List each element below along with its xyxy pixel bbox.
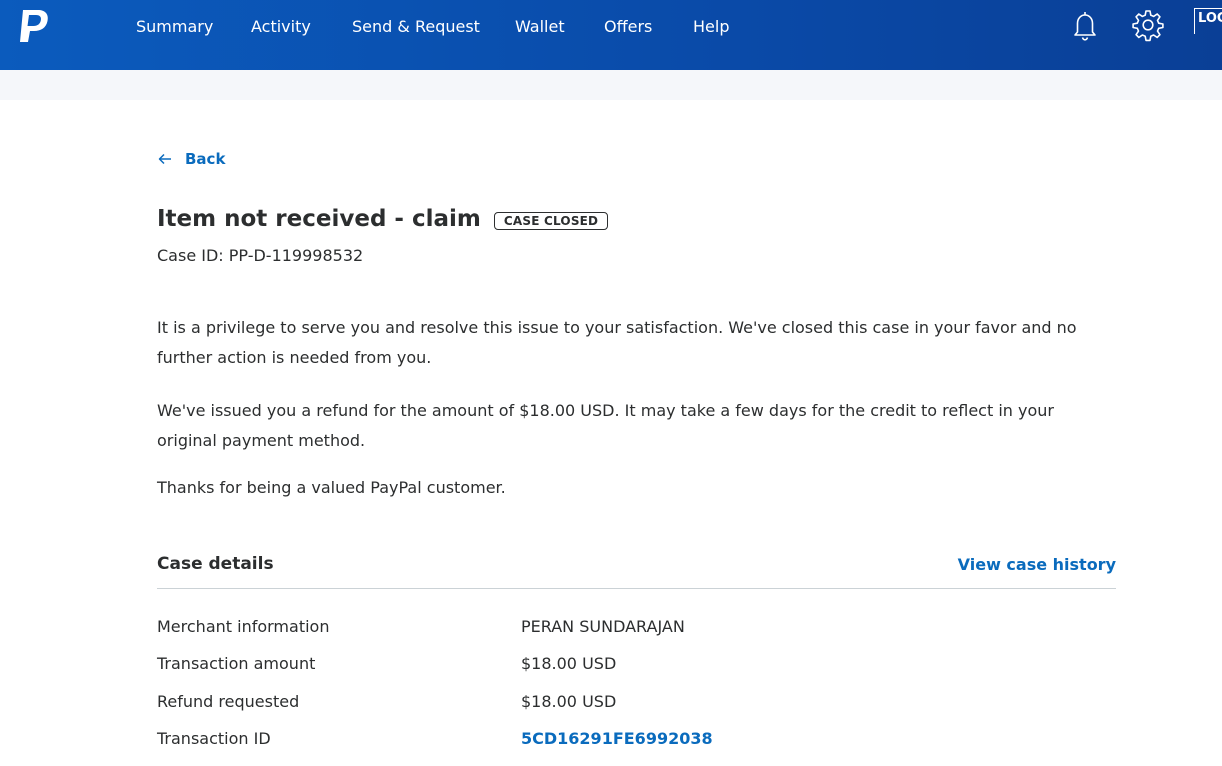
nav-send-request[interactable]: Send & Request [352,16,480,38]
status-badge: CASE CLOSED [493,212,609,230]
detail-row-transaction-id: Transaction ID 5CD16291FE6992038 [157,729,1116,755]
page-title: Item not received - claim [157,206,481,232]
nav-summary[interactable]: Summary [136,16,213,38]
detail-label: Refund requested [157,692,300,711]
nav-wallet[interactable]: Wallet [515,16,565,38]
detail-value: $18.00 USD [521,692,617,711]
bell-icon[interactable] [1068,8,1102,42]
logout-button[interactable]: LOGOUT [1194,8,1222,34]
detail-row-refund-requested: Refund requested $18.00 USD [157,692,1116,718]
case-title-row: Item not received - claim CASE CLOSED [157,206,609,232]
nav-help[interactable]: Help [693,16,729,38]
view-case-history-link[interactable]: View case history [958,555,1116,574]
nav-offers[interactable]: Offers [604,16,652,38]
top-navigation-bar: Summary Activity Send & Request Wallet O… [0,0,1222,70]
back-link[interactable]: Back [157,148,225,170]
case-id: Case ID: PP-D-119998532 [157,246,364,265]
message-paragraph-3: Thanks for being a valued PayPal custome… [157,478,506,497]
detail-row-transaction-amount: Transaction amount $18.00 USD [157,654,1116,680]
nav-activity[interactable]: Activity [251,16,311,38]
detail-label: Merchant information [157,617,330,636]
message-paragraph-2: We've issued you a refund for the amount… [157,401,1054,450]
back-label: Back [185,150,226,168]
gear-icon[interactable] [1131,8,1165,42]
detail-row-merchant: Merchant information PERAN SUNDARAJAN [157,617,1116,643]
case-details-title: Case details [157,554,274,574]
sub-header-band [0,70,1222,100]
message-paragraph-1: It is a privilege to serve you and resol… [157,318,1077,367]
detail-value: PERAN SUNDARAJAN [521,617,685,636]
transaction-id-link[interactable]: 5CD16291FE6992038 [521,729,713,748]
paypal-logo-icon[interactable] [14,6,54,46]
detail-label: Transaction ID [157,729,271,748]
arrow-left-icon [158,153,171,165]
case-details-header: Case details View case history [157,554,1116,589]
detail-label: Transaction amount [157,654,316,673]
detail-value: $18.00 USD [521,654,617,673]
